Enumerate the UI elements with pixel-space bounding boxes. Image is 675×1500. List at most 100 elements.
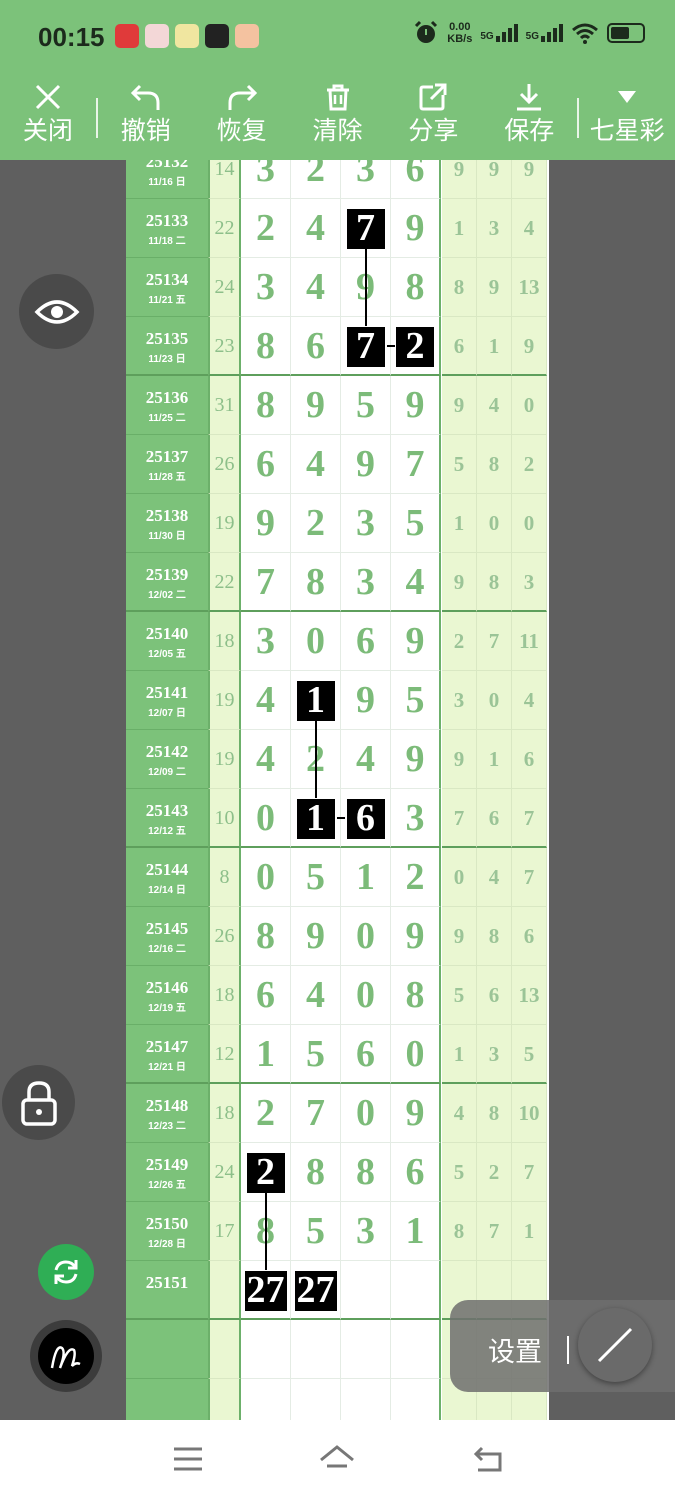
digit-cell[interactable]: 9 (391, 376, 441, 435)
digit-cell[interactable]: 3 (241, 258, 291, 317)
digit-cell[interactable] (391, 1379, 441, 1420)
digit-cell[interactable]: 4 (241, 730, 291, 789)
digit-cell[interactable]: 7 (391, 435, 441, 494)
digit-cell[interactable]: 6 (241, 966, 291, 1025)
digit-cell[interactable] (341, 1379, 391, 1420)
digit-cell[interactable]: 2 (241, 1084, 291, 1143)
digit-cell[interactable]: 0 (241, 848, 291, 907)
undo-button[interactable]: 撤销 (98, 78, 194, 160)
digit-cell[interactable]: 4 (241, 671, 291, 730)
digit-cell[interactable] (241, 1320, 291, 1379)
digit-cell[interactable]: 3 (341, 1202, 391, 1261)
digit-cell[interactable]: 2 (291, 494, 341, 553)
digit-cell[interactable]: 9 (391, 612, 441, 671)
digit-cell[interactable]: 9 (341, 671, 391, 730)
digit-cell[interactable]: 0 (341, 966, 391, 1025)
clear-button[interactable]: 清除 (290, 78, 386, 160)
digit-cell[interactable]: 8 (291, 553, 341, 612)
digit-cell[interactable]: 9 (341, 258, 391, 317)
settings-label[interactable]: 设置 (488, 1330, 542, 1369)
digit-cell[interactable]: 4 (391, 553, 441, 612)
digit-cell[interactable]: 2 (291, 730, 341, 789)
digit-cell[interactable]: 1 (241, 1025, 291, 1084)
digit-cell[interactable]: 9 (241, 494, 291, 553)
digit-cell[interactable]: 4 (341, 730, 391, 789)
draw-history-table[interactable]: 25132 11/16 日 14 3 2 3 6 9 9 9 25133 11/18 二 22 2 4 7 9 1… (126, 160, 549, 1420)
digit-cell[interactable]: 3 (241, 160, 291, 199)
digit-cell[interactable]: 4 (291, 258, 341, 317)
digit-cell[interactable]: 8 (391, 966, 441, 1025)
digit-cell[interactable]: 9 (391, 199, 441, 258)
digit-cell[interactable]: 7 (241, 553, 291, 612)
digit-cell[interactable]: 0 (241, 789, 291, 848)
menu-icon[interactable] (172, 1444, 204, 1474)
digit-cell[interactable]: 5 (391, 494, 441, 553)
digit-cell[interactable]: 6 (291, 317, 341, 376)
digit-cell[interactable]: 6 (341, 612, 391, 671)
line-tool-button[interactable] (578, 1308, 652, 1382)
digit-cell[interactable]: 2 (241, 1143, 291, 1202)
digit-cell[interactable]: 5 (341, 376, 391, 435)
digit-cell[interactable]: 1 (341, 848, 391, 907)
digit-cell[interactable]: 0 (391, 1025, 441, 1084)
digit-cell[interactable]: 6 (341, 1025, 391, 1084)
digit-cell[interactable]: 3 (341, 494, 391, 553)
digit-cell[interactable]: 3 (341, 160, 391, 199)
digit-cell[interactable]: 2 (241, 199, 291, 258)
digit-cell[interactable]: 6 (241, 435, 291, 494)
digit-cell[interactable]: 2 (391, 848, 441, 907)
lottery-select-button[interactable]: 七星彩 (579, 78, 675, 160)
digit-cell[interactable]: 3 (341, 553, 391, 612)
digit-cell[interactable]: 27 (241, 1261, 291, 1320)
digit-cell[interactable] (241, 1379, 291, 1420)
visibility-toggle-button[interactable] (19, 274, 94, 349)
redo-button[interactable]: 恢复 (194, 78, 290, 160)
digit-cell[interactable]: 7 (291, 1084, 341, 1143)
digit-cell[interactable]: 4 (291, 435, 341, 494)
digit-cell[interactable]: 6 (391, 1143, 441, 1202)
digit-cell[interactable]: 0 (341, 1084, 391, 1143)
digit-cell[interactable]: 0 (341, 907, 391, 966)
digit-cell[interactable]: 4 (291, 966, 341, 1025)
digit-cell[interactable]: 5 (291, 1202, 341, 1261)
home-icon[interactable] (318, 1444, 356, 1474)
digit-cell[interactable]: 1 (291, 671, 341, 730)
digit-cell[interactable] (291, 1379, 341, 1420)
digit-cell[interactable]: 3 (241, 612, 291, 671)
digit-cell[interactable]: 9 (291, 376, 341, 435)
digit-cell[interactable]: 7 (341, 317, 391, 376)
digit-cell[interactable]: 9 (391, 730, 441, 789)
digit-cell[interactable]: 5 (291, 848, 341, 907)
digit-cell[interactable] (291, 1320, 341, 1379)
digit-cell[interactable]: 3 (391, 789, 441, 848)
digit-cell[interactable]: 5 (391, 671, 441, 730)
digit-cell[interactable]: 8 (391, 258, 441, 317)
digit-cell[interactable]: 9 (391, 1084, 441, 1143)
digit-cell[interactable]: 8 (341, 1143, 391, 1202)
digit-cell[interactable]: 8 (241, 376, 291, 435)
digit-cell[interactable] (391, 1261, 441, 1320)
digit-cell[interactable]: 6 (341, 789, 391, 848)
share-button[interactable]: 分享 (385, 78, 481, 160)
digit-cell[interactable] (341, 1320, 391, 1379)
digit-cell[interactable]: 4 (291, 199, 341, 258)
digit-cell[interactable]: 9 (291, 907, 341, 966)
digit-cell[interactable] (341, 1261, 391, 1320)
handwriting-button[interactable] (30, 1320, 102, 1392)
digit-cell[interactable]: 1 (291, 789, 341, 848)
digit-cell[interactable]: 27 (291, 1261, 341, 1320)
digit-cell[interactable]: 9 (391, 907, 441, 966)
back-icon[interactable] (472, 1444, 504, 1474)
lock-button[interactable] (2, 1065, 75, 1140)
digit-cell[interactable] (391, 1320, 441, 1379)
digit-cell[interactable]: 2 (291, 160, 341, 199)
digit-cell[interactable]: 7 (341, 199, 391, 258)
digit-cell[interactable]: 1 (391, 1202, 441, 1261)
digit-cell[interactable]: 2 (391, 317, 441, 376)
sync-button[interactable] (38, 1244, 94, 1300)
close-button[interactable]: 关闭 (0, 78, 96, 160)
digit-cell[interactable]: 8 (241, 317, 291, 376)
digit-cell[interactable]: 5 (291, 1025, 341, 1084)
digit-cell[interactable]: 8 (241, 1202, 291, 1261)
digit-cell[interactable]: 9 (341, 435, 391, 494)
